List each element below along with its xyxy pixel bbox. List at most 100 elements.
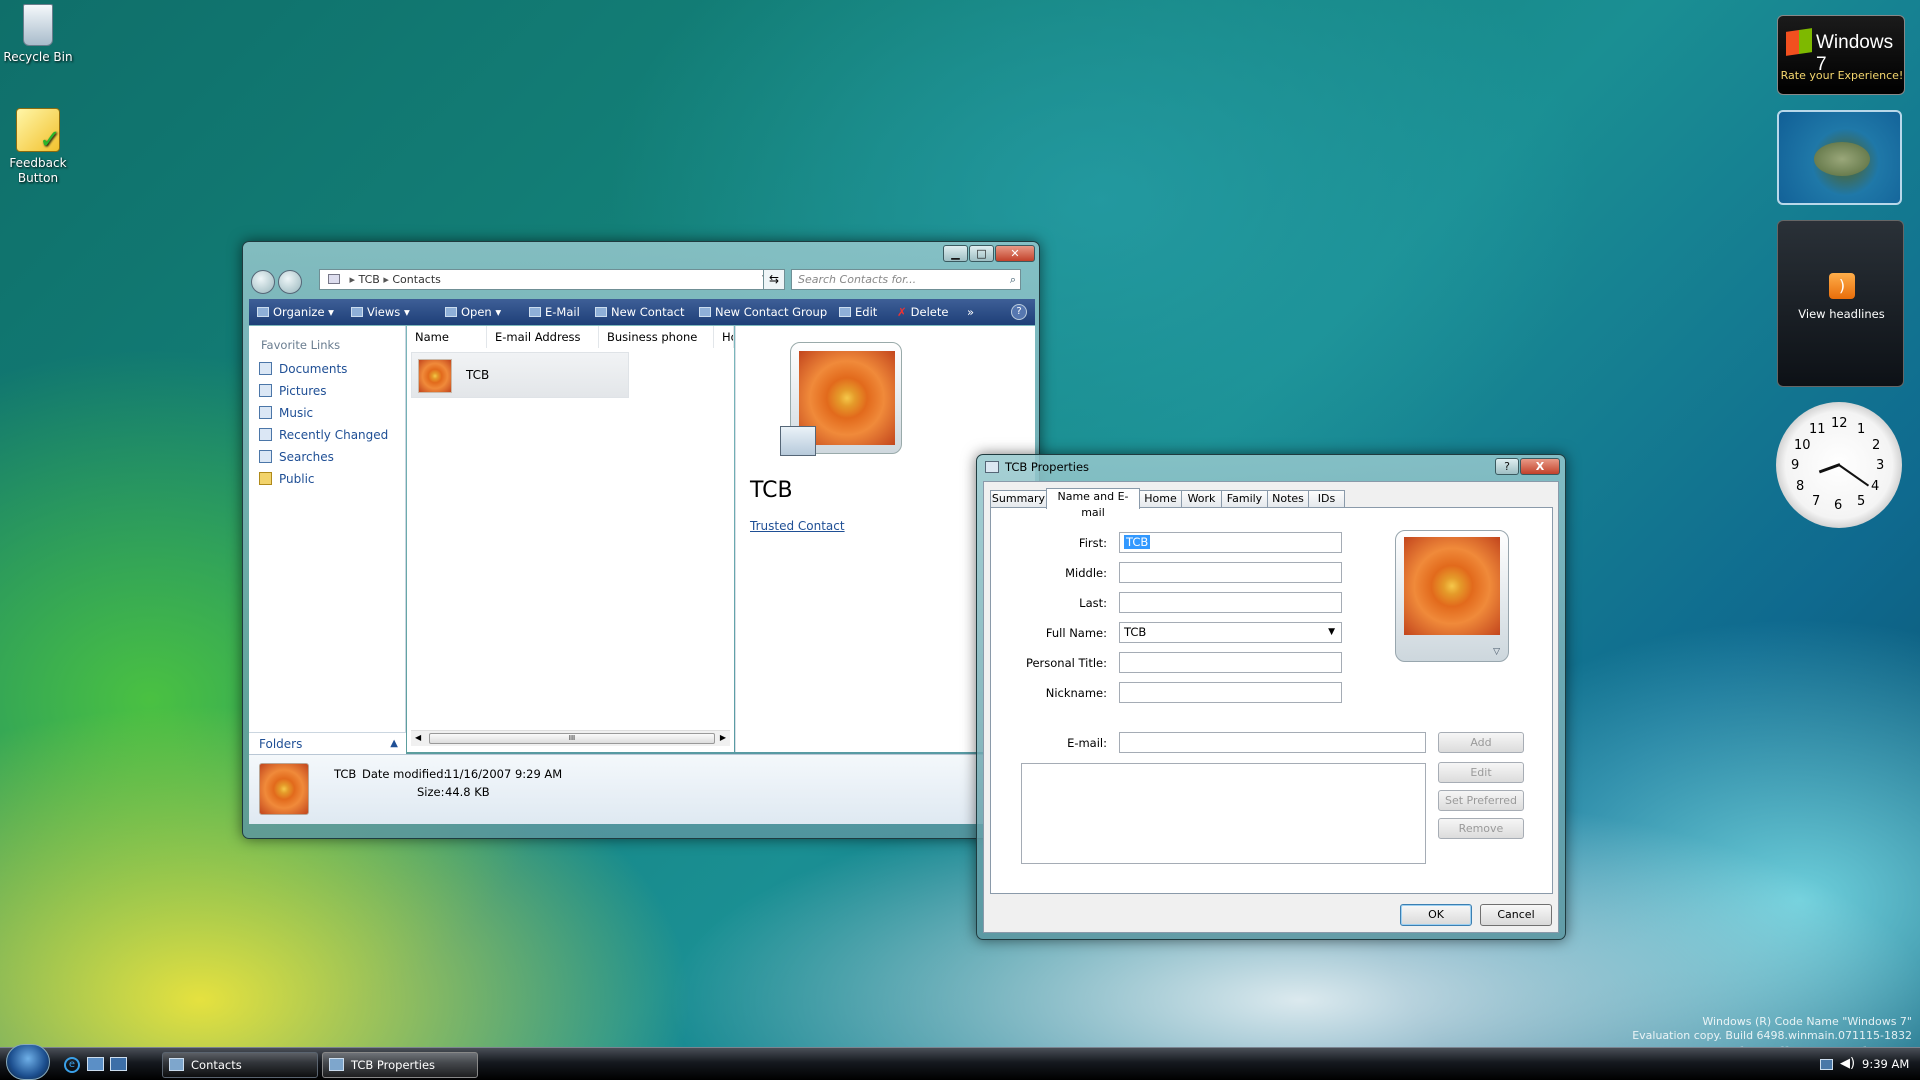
clock-gadget[interactable]: 12 1 2 3 4 5 6 7 8 9 10 11 bbox=[1776, 402, 1902, 528]
open-button[interactable]: Open ▾ bbox=[445, 299, 501, 325]
scroll-thumb[interactable]: III bbox=[429, 733, 715, 744]
nav-link-searches[interactable]: Searches bbox=[249, 446, 405, 468]
close-button[interactable]: ✕ bbox=[995, 245, 1035, 262]
ok-button[interactable]: OK bbox=[1400, 904, 1472, 926]
column-header-name[interactable]: Name bbox=[407, 326, 487, 348]
dialog-title: TCB Properties bbox=[1005, 460, 1090, 474]
delete-button[interactable]: ✗ Delete bbox=[897, 299, 948, 325]
first-label: First: bbox=[1078, 536, 1107, 550]
middle-name-field[interactable] bbox=[1119, 562, 1342, 583]
remove-email-button[interactable]: Remove bbox=[1438, 818, 1524, 839]
nav-link-public[interactable]: Public bbox=[249, 468, 405, 490]
show-desktop-icon[interactable] bbox=[87, 1057, 104, 1071]
back-button[interactable] bbox=[251, 270, 275, 294]
new-contact-group-button[interactable]: New Contact Group bbox=[699, 299, 827, 325]
email-list[interactable] bbox=[1021, 763, 1426, 864]
nav-link-recently-changed[interactable]: Recently Changed bbox=[249, 424, 405, 446]
taskbar-button-contacts[interactable]: Contacts bbox=[162, 1052, 318, 1078]
taskbar-clock[interactable]: 9:39 AM bbox=[1862, 1057, 1909, 1071]
start-button[interactable] bbox=[6, 1044, 50, 1080]
clock-hour-hand bbox=[1818, 463, 1841, 474]
desktop-icon-feedback[interactable]: ✓ Feedback Button bbox=[0, 108, 76, 186]
edit-icon bbox=[839, 307, 851, 317]
volume-icon[interactable]: ◀) bbox=[1840, 1056, 1855, 1071]
list-item[interactable]: TCB bbox=[411, 352, 629, 398]
tab-home[interactable]: Home bbox=[1139, 490, 1182, 508]
nav-link-pictures[interactable]: Pictures bbox=[249, 380, 405, 402]
forward-button[interactable] bbox=[278, 270, 302, 294]
cancel-button[interactable]: Cancel bbox=[1480, 904, 1552, 926]
refresh-button[interactable]: ⇆ bbox=[763, 269, 785, 290]
nickname-label: Nickname: bbox=[1045, 686, 1107, 700]
view-headlines-link[interactable]: View headlines bbox=[1778, 307, 1905, 321]
help-icon[interactable]: ? bbox=[1011, 304, 1027, 320]
full-name-select[interactable]: TCB ▼ bbox=[1119, 622, 1342, 643]
folders-toggle[interactable]: Folders ▲ bbox=[249, 732, 406, 754]
tab-family[interactable]: Family bbox=[1221, 490, 1268, 508]
new-group-icon bbox=[699, 307, 711, 317]
maximize-button[interactable]: □ bbox=[969, 245, 994, 262]
more-commands-button[interactable]: » bbox=[967, 299, 974, 325]
last-label: Last: bbox=[1079, 596, 1107, 610]
views-button[interactable]: Views ▾ bbox=[351, 299, 410, 325]
personal-title-field[interactable] bbox=[1119, 652, 1342, 673]
slideshow-gadget[interactable] bbox=[1777, 110, 1902, 205]
breadcrumb-contacts[interactable]: Contacts bbox=[392, 273, 441, 286]
nickname-field[interactable] bbox=[1119, 682, 1342, 703]
feed-headlines-gadget[interactable]: ) View headlines bbox=[1777, 220, 1904, 387]
set-preferred-button[interactable]: Set Preferred bbox=[1438, 790, 1524, 811]
organize-button[interactable]: Organize ▾ bbox=[257, 299, 334, 325]
email-field[interactable] bbox=[1119, 732, 1426, 753]
contact-picture-button[interactable]: ▽ bbox=[1395, 530, 1509, 662]
clock-number: 6 bbox=[1834, 498, 1843, 513]
scroll-right-icon[interactable]: ▶ bbox=[720, 733, 726, 742]
tab-summary[interactable]: Summary bbox=[990, 490, 1047, 508]
contact-picture bbox=[1404, 537, 1500, 635]
build-watermark: Windows (R) Code Name "Windows 7" Evalua… bbox=[1632, 1015, 1912, 1043]
switch-windows-icon[interactable] bbox=[110, 1057, 127, 1071]
scroll-left-icon[interactable]: ◀ bbox=[415, 733, 421, 742]
column-header-home-phone[interactable]: Home phone bbox=[714, 326, 734, 348]
horizontal-scrollbar[interactable]: ◀ III ▶ bbox=[411, 730, 730, 746]
name-email-panel: First: TCB Middle: Last: Full Name: TCB … bbox=[990, 507, 1553, 894]
taskbar-button-tcb-properties[interactable]: TCB Properties bbox=[322, 1052, 478, 1078]
breadcrumb-tcb[interactable]: TCB bbox=[359, 273, 380, 286]
delete-icon: ✗ bbox=[897, 305, 907, 319]
trusted-contact-link[interactable]: Trusted Contact bbox=[750, 519, 845, 533]
details-name: TCB bbox=[334, 767, 357, 781]
music-icon bbox=[259, 406, 272, 419]
folder-icon bbox=[328, 274, 340, 284]
tab-notes[interactable]: Notes bbox=[1267, 490, 1309, 508]
clock-number: 12 bbox=[1831, 416, 1848, 431]
windows-flag-icon bbox=[1786, 28, 1812, 56]
column-header-email[interactable]: E-mail Address bbox=[487, 326, 599, 348]
edit-email-button[interactable]: Edit bbox=[1438, 762, 1524, 783]
email-button[interactable]: E-Mail bbox=[529, 299, 580, 325]
edit-button[interactable]: Edit bbox=[839, 299, 877, 325]
search-icon[interactable]: ⌕ bbox=[1010, 270, 1016, 289]
organize-icon bbox=[257, 307, 269, 317]
last-name-field[interactable] bbox=[1119, 592, 1342, 613]
tab-ids[interactable]: IDs bbox=[1308, 490, 1345, 508]
email-icon bbox=[529, 307, 541, 317]
search-input[interactable]: Search Contacts for... ⌕ bbox=[791, 269, 1021, 290]
rate-experience-link[interactable]: Rate your Experience! bbox=[1778, 69, 1906, 82]
nav-link-documents[interactable]: Documents bbox=[249, 358, 405, 380]
tab-name-and-email[interactable]: Name and E-mail bbox=[1046, 488, 1140, 519]
add-email-button[interactable]: Add bbox=[1438, 732, 1524, 753]
internet-explorer-icon[interactable]: e bbox=[64, 1057, 80, 1073]
nav-link-music[interactable]: Music bbox=[249, 402, 405, 424]
tab-work[interactable]: Work bbox=[1181, 490, 1222, 508]
network-icon[interactable] bbox=[1820, 1059, 1833, 1070]
column-header-business-phone[interactable]: Business phone bbox=[599, 326, 714, 348]
minimize-button[interactable]: ▁ bbox=[943, 245, 968, 262]
dialog-close-button[interactable]: X bbox=[1520, 458, 1560, 475]
dialog-help-button[interactable]: ? bbox=[1495, 458, 1519, 475]
first-name-field[interactable]: TCB bbox=[1119, 532, 1342, 553]
desktop-icon-recycle-bin[interactable]: Recycle Bin bbox=[0, 4, 76, 65]
clock-number: 9 bbox=[1791, 458, 1800, 473]
windows7-rating-gadget[interactable]: Windows 7 Rate your Experience! bbox=[1777, 15, 1905, 95]
address-bar[interactable]: ▸ TCB ▸ Contacts ▼ bbox=[319, 269, 774, 290]
new-contact-button[interactable]: New Contact bbox=[595, 299, 684, 325]
contact-thumbnail bbox=[418, 359, 452, 393]
